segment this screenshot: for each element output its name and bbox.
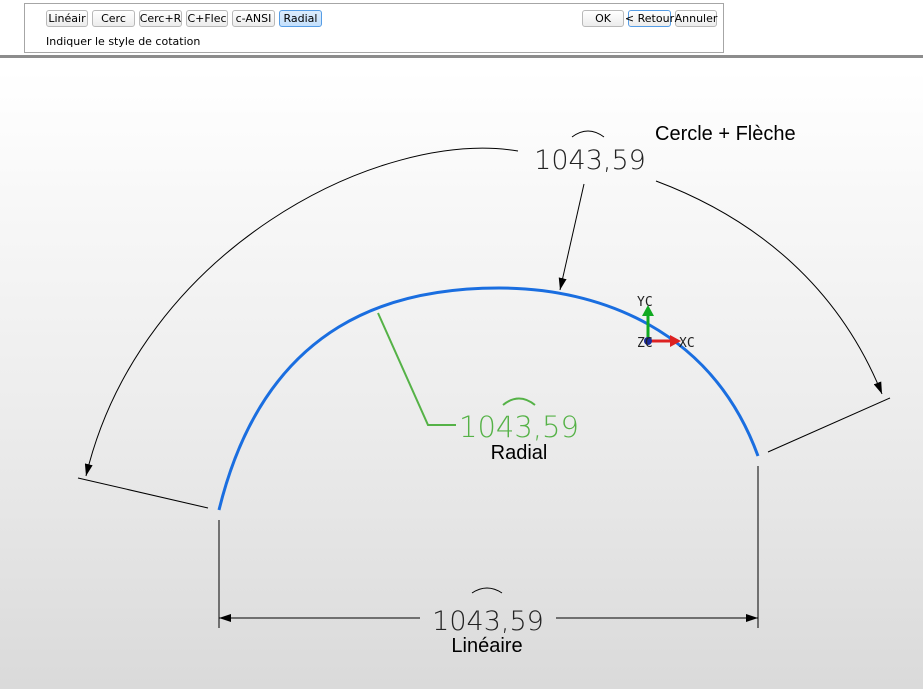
arc-leader	[558, 183, 585, 291]
label-radial: Radial	[491, 442, 548, 464]
arc-dim-line-right	[655, 180, 883, 395]
csys-x-label: XC	[679, 336, 695, 351]
radial-dim-value[interactable]: 1043,59	[459, 410, 579, 444]
linear-arc-symbol	[471, 587, 503, 594]
arc-extension-right	[767, 397, 891, 453]
arc-dim-value[interactable]: 1043,59	[534, 145, 646, 176]
label-cercle-fleche: Cercle + Flèche	[655, 123, 796, 145]
radial-dimension[interactable]	[377, 312, 536, 426]
label-lineaire: Linéaire	[451, 635, 522, 657]
graphics-canvas[interactable]: 1043,59 Linéaire 1043,59 Cercle + Flèche…	[0, 0, 923, 689]
radial-leader	[377, 312, 456, 426]
arc-length-dimension[interactable]	[77, 130, 891, 509]
arc-curve[interactable]	[217, 286, 760, 511]
arc-extension-left	[77, 477, 209, 509]
arc-dim-line-left	[84, 147, 519, 477]
linear-dim-value[interactable]: 1043,59	[432, 606, 544, 637]
radial-arc-symbol	[502, 397, 536, 406]
arc-length-symbol	[571, 130, 605, 138]
csys-y-label: YC	[637, 295, 653, 310]
linear-dimension[interactable]	[218, 466, 759, 628]
csys-z-label: ZC	[637, 336, 653, 351]
